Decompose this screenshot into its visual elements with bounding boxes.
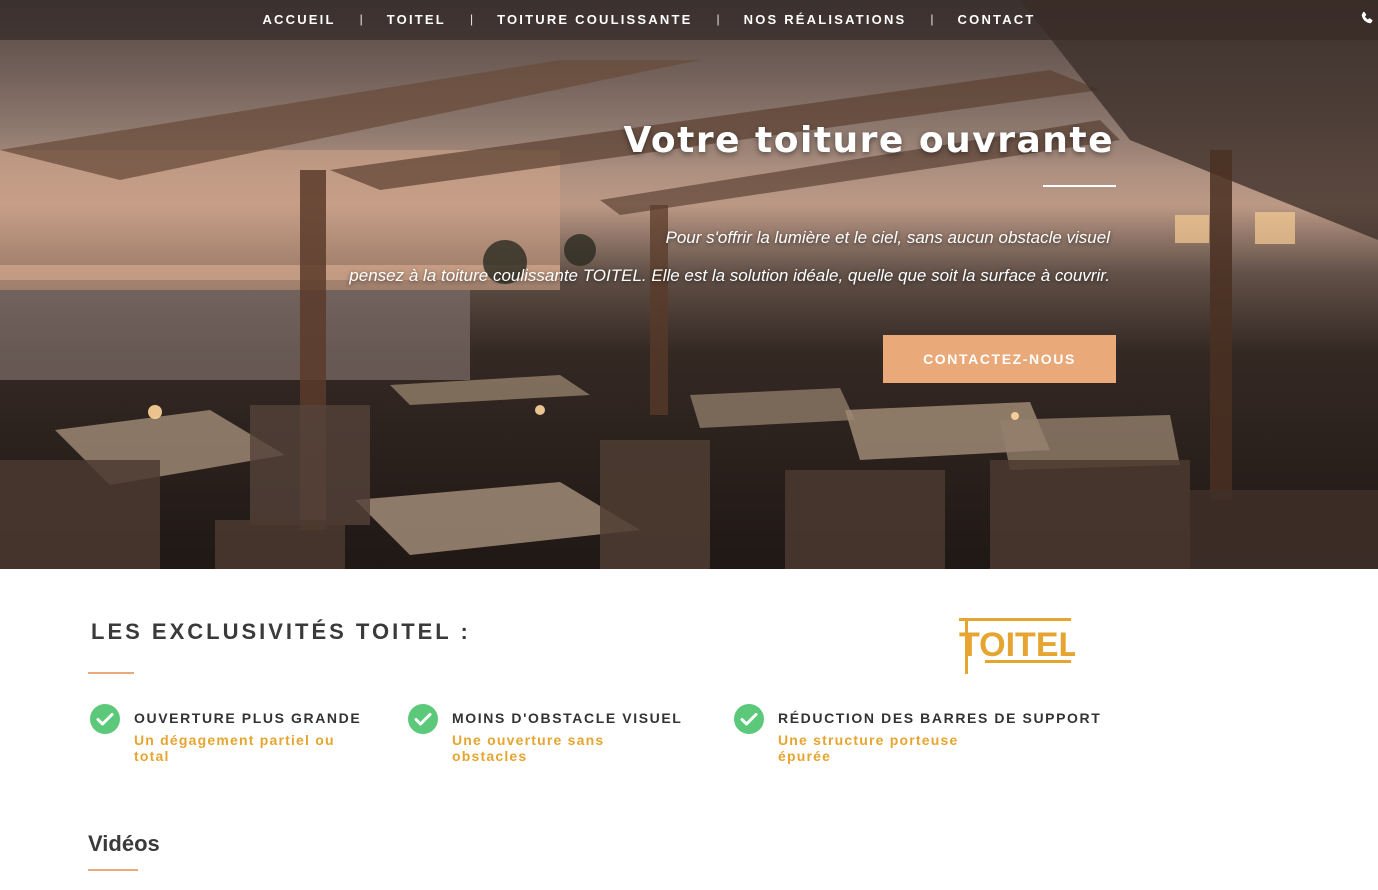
hero-banner: ACCUEIL | TOITEL | TOITURE COULISSANTE |…	[0, 0, 1378, 569]
feature-subtitle: Un dégagement partiel ou total	[134, 732, 335, 764]
nav-item-contact[interactable]: CONTACT	[958, 12, 1036, 27]
nav-separator: |	[930, 12, 934, 26]
nav-separator: |	[359, 12, 363, 26]
nav-separator: |	[469, 12, 474, 26]
section-title-underline	[88, 672, 134, 674]
feature-subtitle: Une ouverture sans obstacles	[452, 732, 605, 764]
nav-item-toiture-coulissante[interactable]: TOITURE COULISSANTE	[497, 12, 692, 27]
hero-title-underline	[1043, 185, 1116, 187]
hero-description-line-2: pensez à la toiture coulissante TOITEL. …	[349, 266, 1110, 285]
hero-description-line-1: Pour s'offrir la lumière et le ciel, san…	[665, 228, 1110, 247]
toitel-logo[interactable]: TOITEL	[955, 612, 1075, 678]
nav-separator: |	[716, 12, 720, 26]
nav-item-nos-realisations[interactable]: NOS RÉALISATIONS	[744, 12, 907, 27]
feature-title: RÉDUCTION DES BARRES DE SUPPORT	[778, 710, 1102, 726]
contactez-nous-button[interactable]: CONTACTEZ-NOUS	[883, 335, 1116, 383]
feature-barres-support: RÉDUCTION DES BARRES DE SUPPORT Une stru…	[734, 704, 1101, 764]
exclusivites-title: LES EXCLUSIVITÉS TOITEL :	[91, 619, 471, 644]
feature-subtitle: Une structure porteuse épurée	[778, 732, 959, 764]
videos-title-underline	[88, 869, 138, 871]
phone-icon[interactable]	[1360, 10, 1374, 26]
check-circle-icon	[90, 704, 120, 734]
feature-title: MOINS D'OBSTACLE VISUEL	[452, 710, 683, 726]
nav-item-toitel[interactable]: TOITEL	[387, 12, 446, 27]
hero-title: Votre toiture ouvrante	[623, 120, 1114, 161]
feature-title: OUVERTURE PLUS GRANDE	[134, 710, 362, 726]
logo-wordmark: TOITEL	[959, 626, 1075, 664]
nav-item-accueil[interactable]: ACCUEIL	[262, 12, 335, 27]
feature-obstacle-visuel: MOINS D'OBSTACLE VISUEL Une ouverture sa…	[408, 704, 682, 764]
check-circle-icon	[734, 704, 764, 734]
videos-title: Vidéos	[88, 831, 160, 856]
check-circle-icon	[408, 704, 438, 734]
main-navigation: ACCUEIL | TOITEL | TOITURE COULISSANTE |…	[0, 0, 1378, 38]
feature-ouverture: OUVERTURE PLUS GRANDE Un dégagement part…	[90, 704, 361, 764]
